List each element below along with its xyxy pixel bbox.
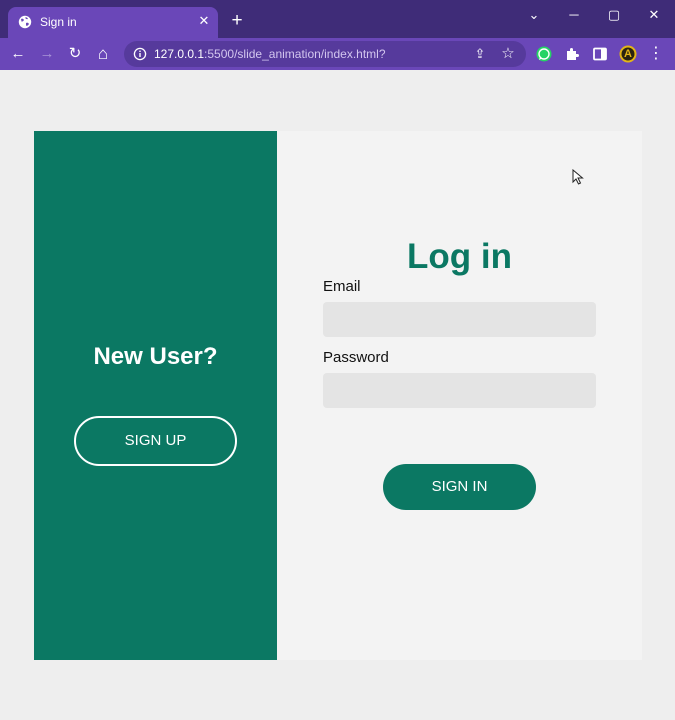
profile-avatar[interactable]: A — [619, 45, 637, 63]
site-info-icon[interactable] — [133, 47, 147, 61]
browser-menu-icon[interactable]: ⋮ — [647, 45, 665, 63]
side-panel-icon[interactable] — [591, 45, 609, 63]
login-title: Log in — [407, 237, 512, 276]
email-label: Email — [323, 278, 361, 295]
reload-icon[interactable]: ↻ — [66, 45, 84, 63]
login-panel: Log in Email Password SIGN IN — [277, 131, 642, 660]
sign-in-button[interactable]: SIGN IN — [383, 464, 536, 510]
tab-close-icon[interactable]: ✕ — [196, 13, 212, 29]
email-field[interactable] — [323, 302, 596, 337]
mouse-cursor-icon — [572, 169, 584, 185]
forward-icon[interactable]: → — [38, 45, 56, 63]
share-icon[interactable]: ⇪ — [472, 46, 488, 62]
tab-title: Sign in — [40, 15, 77, 29]
bookmark-star-icon[interactable]: ☆ — [500, 46, 516, 62]
back-icon[interactable]: ← — [9, 45, 27, 63]
url-host: 127.0.0.1 — [154, 47, 205, 61]
home-icon[interactable]: ⌂ — [94, 45, 112, 63]
new-user-heading: New User? — [93, 343, 218, 370]
browser-toolbar: ← → ↻ ⌂ 127.0.0.1:5500/slide_animation/i… — [0, 38, 675, 70]
extensions-puzzle-icon[interactable] — [563, 45, 581, 63]
browser-title-bar: Sign in ✕ + ⌄ ─ ▢ ✕ — [0, 0, 675, 38]
password-label: Password — [323, 349, 389, 366]
signup-panel: New User? SIGN UP — [34, 131, 277, 660]
auth-card: New User? SIGN UP Log in Email Password … — [34, 131, 642, 660]
url-path: :5500/slide_animation/index.html? — [204, 47, 386, 61]
maximize-icon[interactable]: ▢ — [602, 6, 626, 24]
browser-tab-sign-in[interactable]: Sign in ✕ — [8, 7, 218, 38]
sign-up-button[interactable]: SIGN UP — [74, 416, 237, 466]
url-text: 127.0.0.1:5500/slide_animation/index.htm… — [154, 47, 386, 61]
minimize-icon[interactable]: ─ — [562, 6, 586, 24]
profile-initial: A — [624, 48, 632, 60]
globe-icon — [18, 15, 32, 29]
page-viewport: New User? SIGN UP Log in Email Password … — [0, 70, 675, 720]
whatsapp-extension-icon[interactable] — [535, 45, 553, 63]
password-field[interactable] — [323, 373, 596, 408]
tab-search-icon[interactable]: ⌄ — [522, 6, 546, 24]
address-bar[interactable]: 127.0.0.1:5500/slide_animation/index.htm… — [124, 41, 526, 67]
new-tab-icon[interactable]: + — [228, 11, 246, 30]
window-close-icon[interactable]: ✕ — [642, 6, 666, 24]
